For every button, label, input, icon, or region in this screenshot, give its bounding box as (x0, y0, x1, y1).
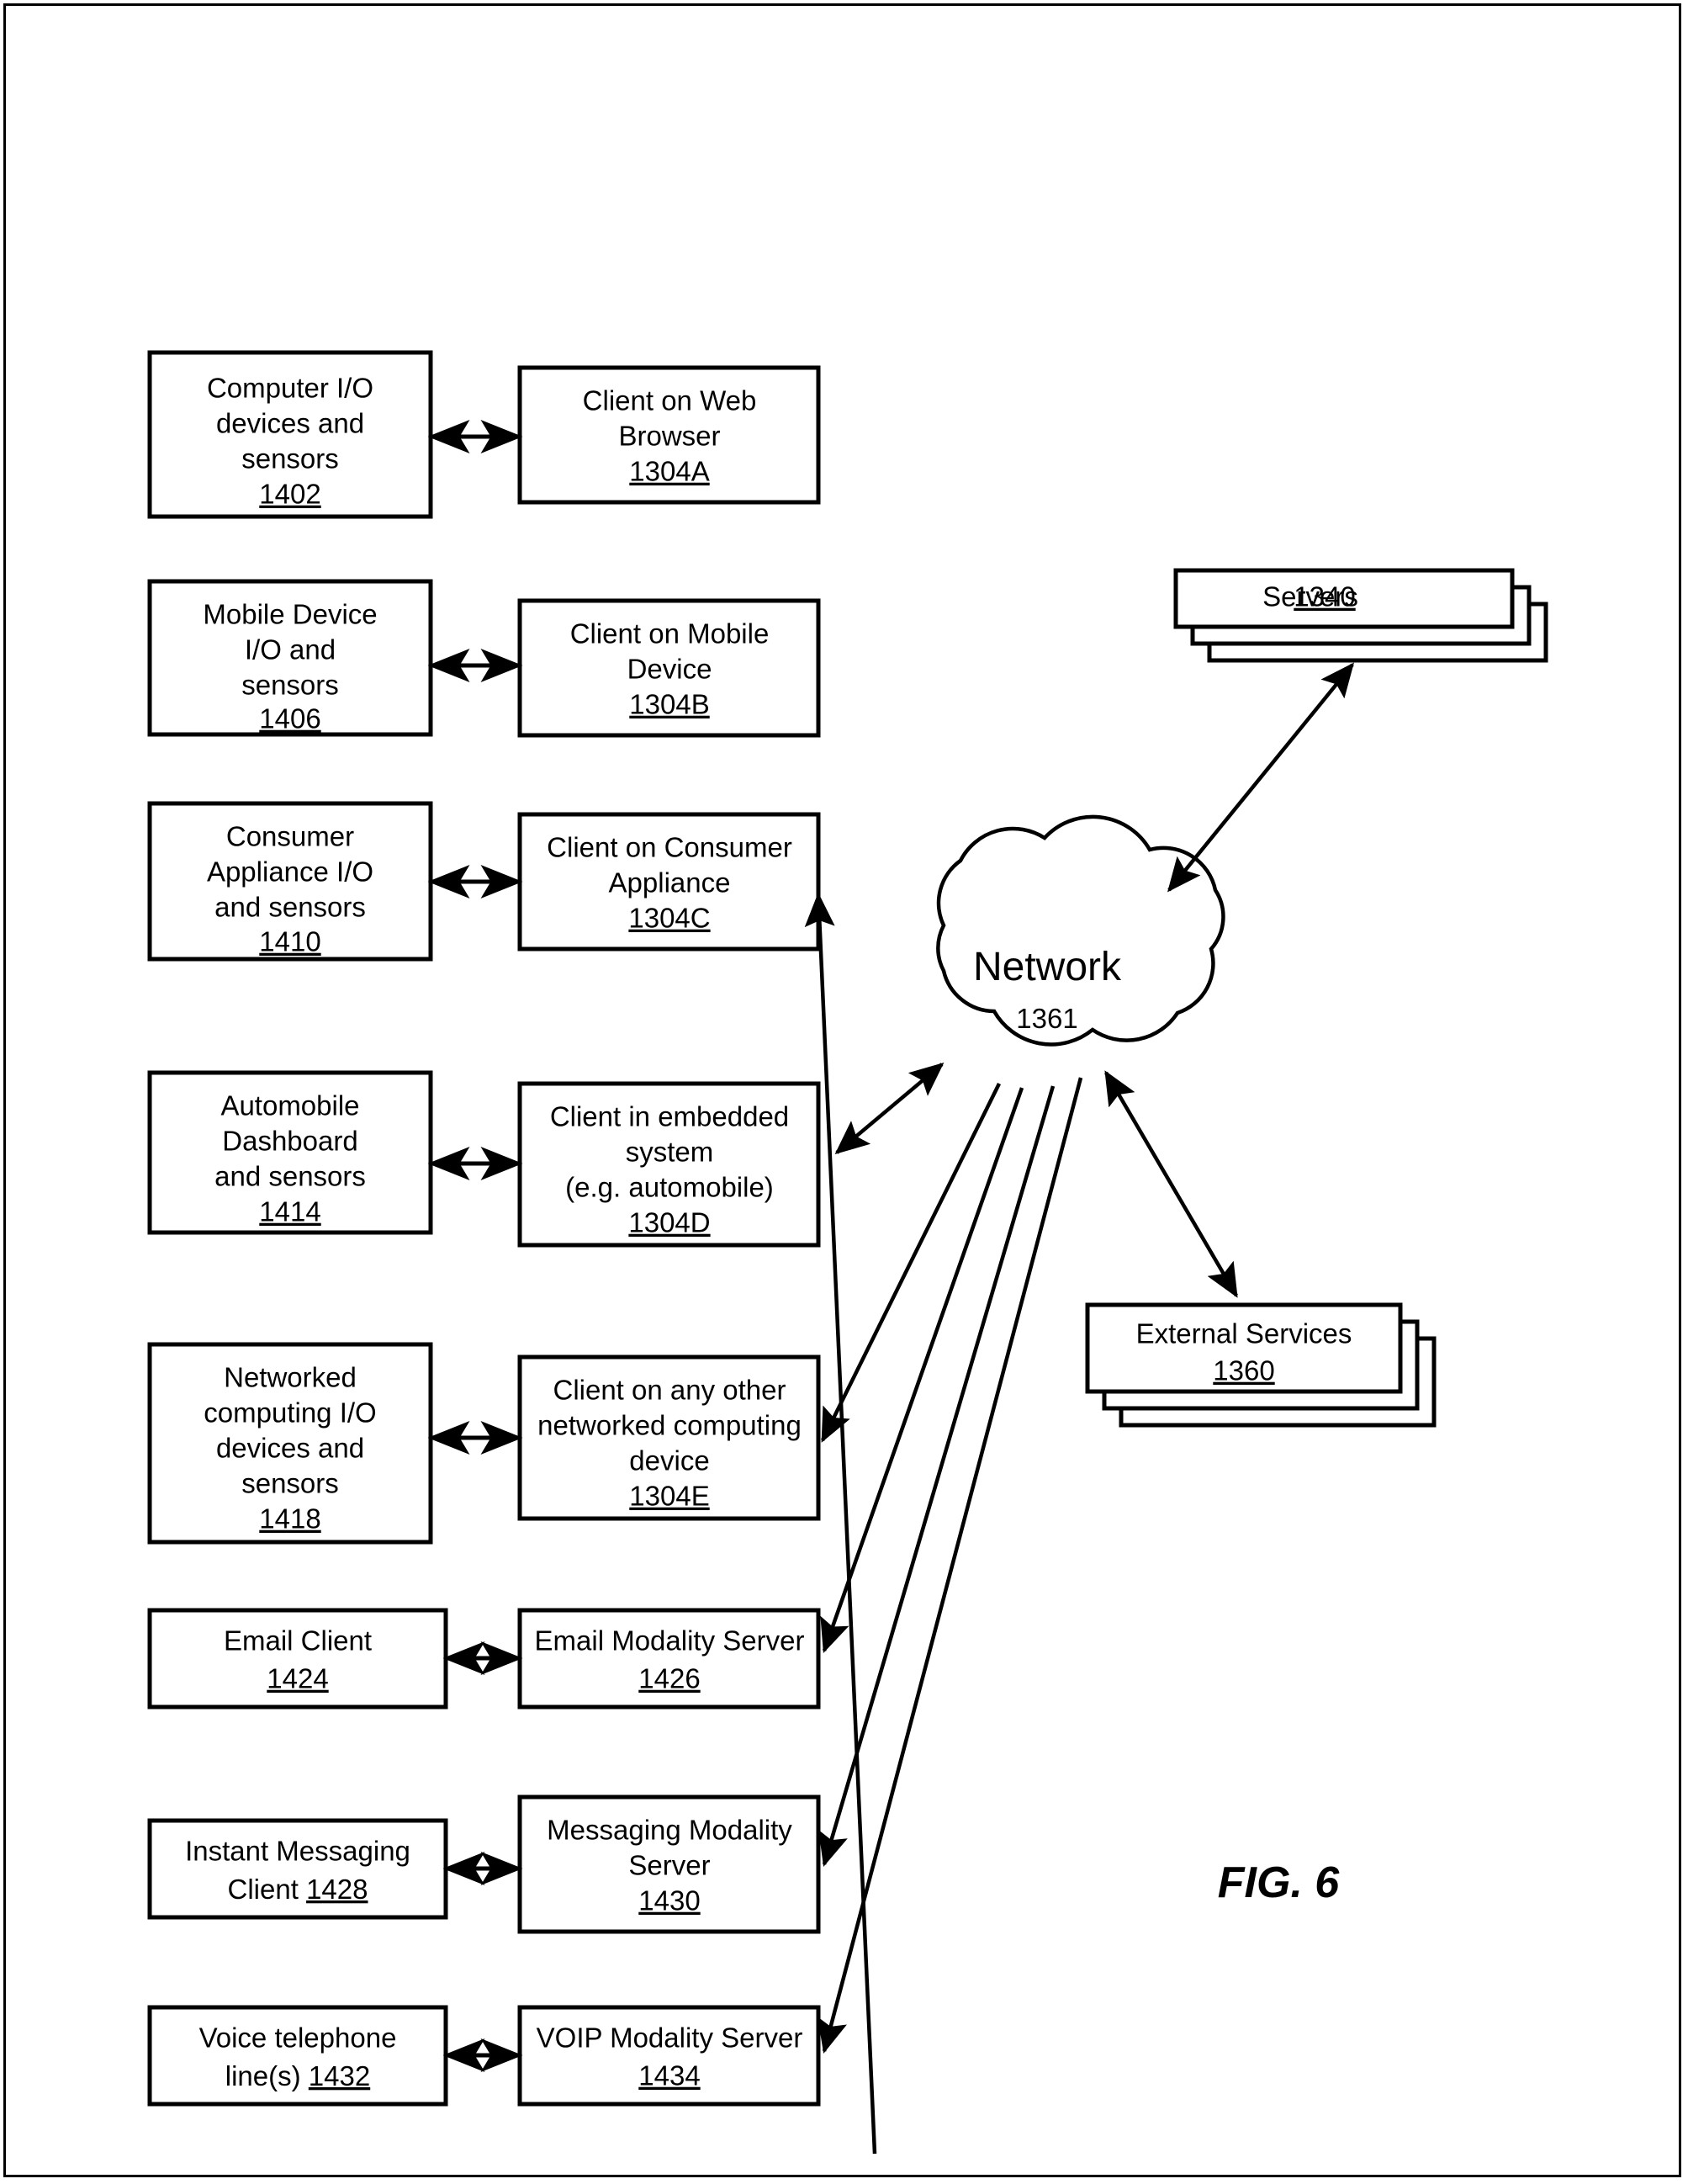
network-cloud-icon (936, 814, 1225, 1047)
box-networked-computing-io-ref: 1418 (259, 1503, 320, 1535)
box-client-embedded-system-line-2: (e.g. automobile) (565, 1172, 774, 1203)
box-computer-io: Computer I/O devices and sensors 1402 (147, 350, 433, 519)
voice-line-ref: 1432 (309, 2060, 370, 2091)
box-client-other-networked-device-line-0: Client on any other (553, 1375, 786, 1406)
box-consumer-appliance-io-ref: 1410 (259, 926, 320, 957)
box-messaging-modality-server: Messaging Modality Server 1430 (517, 1794, 821, 1934)
external-services-ref: 1360 (1213, 1355, 1274, 1386)
network-title: Network (973, 945, 1122, 989)
box-mobile-device-io-line-0: Mobile Device (203, 599, 377, 630)
box-automobile-dashboard-line-1: Dashboard (222, 1126, 357, 1157)
box-messaging-modality-server-ref: 1430 (638, 1885, 700, 1916)
box-computer-io-ref: 1402 (259, 479, 320, 510)
figure-canvas: Servers 1340 External Services 1360 Netw… (147, 350, 1548, 2155)
box-client-other-networked-device: Client on any other networked computing … (517, 1354, 821, 1521)
box-email-modality-server: Email Modality Server 1426 (517, 1608, 821, 1710)
box-computer-io-line-1: devices and (216, 408, 364, 439)
box-client-consumer-appliance-line-1: Appliance (609, 867, 731, 899)
servers-ref: 1340 (1294, 581, 1355, 612)
box-client-consumer-appliance: Client on Consumer Appliance 1304C (517, 812, 821, 952)
link-network-external-services (1104, 1070, 1238, 1298)
voice-line-word: line(s) (225, 2060, 309, 2091)
right-column-group: Client on Web Browser 1304A Client on Mo… (517, 365, 821, 2107)
box-automobile-dashboard-line-0: Automobile (220, 1090, 359, 1121)
box-client-web-browser-line-1: Browser (618, 421, 720, 452)
box-client-mobile-device-ref: 1304B (629, 689, 709, 720)
box-consumer-appliance-io-line-0: Consumer (226, 821, 354, 852)
box-client-mobile-device: Client on Mobile Device 1304B (517, 598, 821, 738)
box-networked-computing-io: Networked computing I/O devices and sens… (147, 1342, 433, 1545)
left-column-group: Computer I/O devices and sensors 1402 Mo… (147, 350, 448, 2107)
box-voice-telephone-lines-ref-inline: line(s) 1432 (225, 2060, 370, 2091)
box-networked-computing-io-line-0: Networked (224, 1362, 357, 1393)
box-client-other-networked-device-ref: 1304E (629, 1481, 709, 1512)
box-computer-io-line-0: Computer I/O (207, 373, 373, 404)
box-consumer-appliance-io-line-1: Appliance I/O (207, 856, 373, 888)
external-services-label: External Services (1136, 1318, 1352, 1349)
box-voice-telephone-lines-line-0: Voice telephone (199, 2022, 397, 2054)
box-mobile-device-io-ref: 1406 (259, 703, 320, 734)
box-computer-io-line-2: sensors (241, 443, 339, 474)
im-client-ref: 1428 (306, 1874, 368, 1905)
box-messaging-modality-server-line-1: Server (628, 1850, 710, 1881)
box-client-web-browser-ref: 1304A (629, 456, 709, 487)
box-voip-modality-server-ref: 1434 (638, 2060, 700, 2091)
box-automobile-dashboard-line-2: and sensors (214, 1161, 366, 1192)
box-email-client: Email Client 1424 (147, 1608, 448, 1710)
box-consumer-appliance-io: Consumer Appliance I/O and sensors 1410 (147, 801, 433, 962)
box-automobile-dashboard: Automobile Dashboard and sensors 1414 (147, 1070, 433, 1235)
box-client-embedded-system: Client in embedded system (e.g. automobi… (517, 1081, 821, 1248)
link-1434-network (818, 1077, 1083, 2054)
external-services-stack: External Services 1360 (1085, 1302, 1437, 1428)
box-client-consumer-appliance-ref: 1304C (628, 903, 710, 934)
link-1304E-network (820, 1083, 1002, 1443)
box-client-embedded-system-line-0: Client in embedded (550, 1101, 789, 1132)
network-cloud-group: Network 1361 (936, 814, 1225, 1047)
pair-connectors-group (427, 420, 523, 2072)
box-mobile-device-io-line-2: sensors (241, 670, 339, 701)
box-networked-computing-io-line-2: devices and (216, 1433, 364, 1464)
box-consumer-appliance-io-line-2: and sensors (214, 892, 366, 923)
box-instant-messaging-client-line-0: Instant Messaging (185, 1836, 410, 1867)
box-instant-messaging-client: Instant Messaging Client 1428 (147, 1818, 448, 1920)
box-email-modality-server-line-0: Email Modality Server (535, 1625, 805, 1657)
box-client-embedded-system-ref: 1304D (628, 1207, 710, 1238)
box-voip-modality-server: VOIP Modality Server 1434 (517, 2005, 821, 2107)
servers-stack: Servers 1340 (1173, 568, 1548, 663)
link-network-servers (1167, 662, 1354, 893)
box-networked-computing-io-line-1: computing I/O (204, 1397, 376, 1429)
box-messaging-modality-server-line-0: Messaging Modality (547, 1815, 792, 1846)
box-client-other-networked-device-line-2: device (629, 1445, 709, 1476)
link-1304D-network (834, 1062, 945, 1155)
box-client-web-browser: Client on Web Browser 1304A (517, 365, 821, 505)
box-mobile-device-io: Mobile Device I/O and sensors 1406 (147, 579, 433, 737)
box-email-modality-server-ref: 1426 (638, 1663, 700, 1694)
box-networked-computing-io-line-3: sensors (241, 1468, 339, 1499)
link-1426-network (820, 1087, 1024, 1653)
box-client-other-networked-device-line-1: networked computing (537, 1410, 802, 1441)
box-client-embedded-system-line-1: system (626, 1137, 714, 1168)
box-voice-telephone-lines: Voice telephone line(s) 1432 (147, 2005, 448, 2107)
box-automobile-dashboard-ref: 1414 (259, 1196, 320, 1227)
figure-label: FIG. 6 (1218, 1858, 1341, 1907)
box-client-consumer-appliance-line-0: Client on Consumer (547, 832, 792, 863)
box-client-web-browser-line-0: Client on Web (583, 385, 757, 416)
box-client-mobile-device-line-1: Device (627, 654, 712, 685)
box-client-mobile-device-line-0: Client on Mobile (570, 618, 770, 649)
box-voip-modality-server-line-0: VOIP Modality Server (537, 2022, 803, 2054)
box-instant-messaging-client-ref-inline: Client 1428 (228, 1874, 368, 1905)
box-mobile-device-io-line-1: I/O and (245, 634, 336, 665)
im-client-word: Client (228, 1874, 307, 1905)
box-email-client-ref: 1424 (267, 1663, 328, 1694)
box-email-client-line-0: Email Client (224, 1625, 372, 1657)
patent-figure-sheet: Servers 1340 External Services 1360 Netw… (0, 0, 1688, 2184)
network-ref: 1361 (1016, 1003, 1077, 1034)
